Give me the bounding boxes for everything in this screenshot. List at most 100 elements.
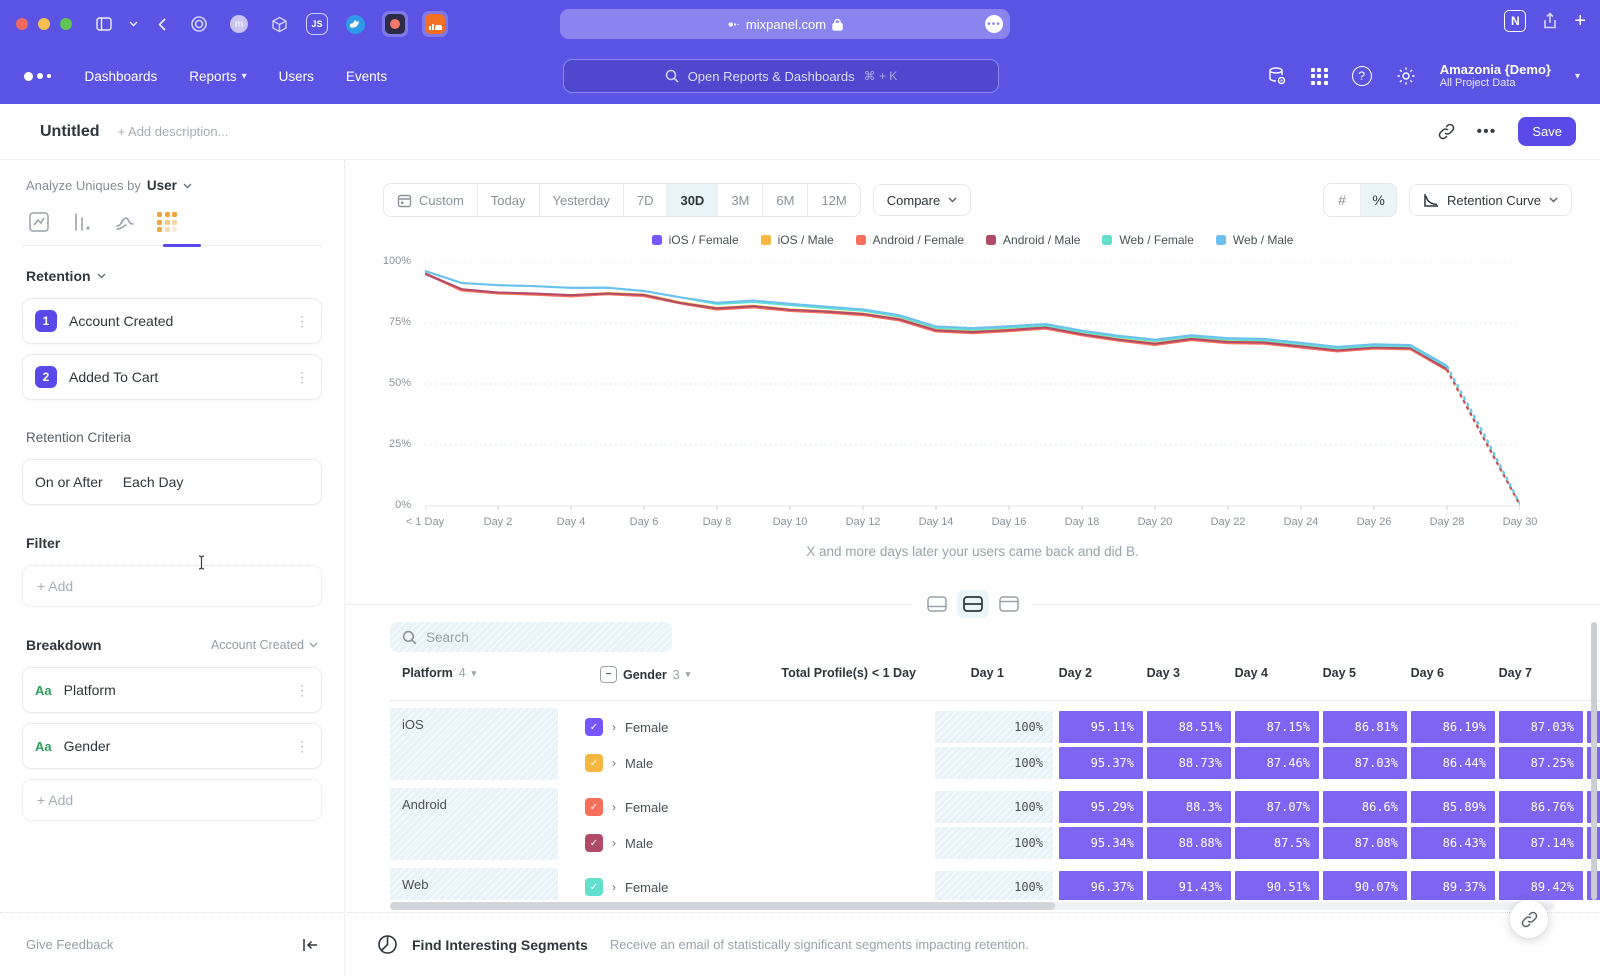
gender-cell[interactable]: ✓›Male [585, 827, 653, 859]
gender-column-header[interactable]: − Gender3▾ [600, 666, 690, 683]
platform-cell[interactable]: Android [390, 788, 558, 860]
gender-cell[interactable]: ✓›Male [585, 747, 653, 779]
series-line-Web / Female[interactable] [425, 271, 1447, 367]
share-link-floating-button[interactable] [1510, 900, 1548, 938]
retention-value-cell[interactable]: 86.76% [1499, 791, 1583, 823]
format-number-button[interactable]: # [1324, 184, 1360, 216]
apps-grid-icon[interactable] [1311, 68, 1328, 85]
retention-value-cell[interactable]: 88.88% [1147, 827, 1231, 859]
step-event-label[interactable]: Account Created [69, 313, 173, 329]
retention-value-cell[interactable]: 95.34% [1059, 827, 1143, 859]
tab-flows[interactable] [114, 211, 136, 233]
expand-chevron-icon[interactable]: › [612, 800, 616, 814]
layout-table-focus-button[interactable] [993, 590, 1025, 618]
tab-icon-mixpanel-active[interactable] [382, 11, 408, 37]
minimize-window-button[interactable] [38, 18, 50, 30]
mixpanel-logo[interactable] [24, 72, 51, 81]
retention-value-cell[interactable]: 86.19% [1411, 711, 1495, 743]
retention-value-cell[interactable]: 95.11% [1059, 711, 1143, 743]
sidebar-toggle-icon[interactable] [92, 12, 116, 36]
retention-line-chart[interactable] [425, 262, 1520, 514]
criteria-mode[interactable]: On or After [35, 474, 103, 490]
retention-value-cell[interactable]: 88.3% [1147, 791, 1231, 823]
retention-value-cell[interactable]: 85.89% [1411, 791, 1495, 823]
range-button-7d[interactable]: 7D [623, 184, 667, 216]
retention-step-1[interactable]: 1 Account Created ⋮ [22, 298, 322, 344]
site-options-icon[interactable]: ••• [985, 15, 1003, 33]
retention-value-cell[interactable]: 87.14% [1499, 827, 1583, 859]
retention-section-heading[interactable]: Retention [22, 264, 322, 288]
platform-cell[interactable]: iOS [390, 708, 558, 780]
day-column-header[interactable]: Day 2 [1017, 666, 1101, 680]
day-column-header[interactable]: < 1 Day [841, 666, 925, 680]
report-title[interactable]: Untitled [40, 123, 100, 141]
back-icon[interactable] [150, 12, 174, 36]
address-bar[interactable]: mixpanel.com ••• [560, 9, 1010, 39]
help-icon[interactable]: ? [1352, 66, 1372, 86]
kebab-menu-icon[interactable]: ⋮ [295, 369, 309, 386]
tab-retention-active[interactable] [157, 211, 177, 233]
gender-cell[interactable]: ✓›Female [585, 791, 668, 823]
tab-icon-js[interactable]: JS [306, 13, 328, 35]
new-tab-icon[interactable]: + [1574, 11, 1586, 31]
breakdown-label[interactable]: Gender [64, 738, 111, 754]
close-window-button[interactable] [16, 18, 28, 30]
project-switcher[interactable]: Amazonia {Demo} All Project Data [1440, 62, 1551, 91]
expand-chevron-icon[interactable]: › [612, 836, 616, 850]
retention-value-cell[interactable]: 90.07% [1323, 871, 1407, 900]
layout-split-button[interactable] [957, 590, 989, 618]
legend-item[interactable]: Web / Female [1102, 233, 1193, 247]
give-feedback-link[interactable]: Give Feedback [26, 937, 113, 952]
nav-item-users[interactable]: Users [279, 69, 314, 84]
nav-item-dashboards[interactable]: Dashboards [85, 69, 158, 84]
range-button-custom[interactable]: Custom [384, 184, 477, 216]
kebab-menu-icon[interactable]: ⋮ [295, 682, 309, 699]
expand-chevron-icon[interactable]: › [612, 756, 616, 770]
gender-cell[interactable]: ✓›Female [585, 711, 668, 743]
save-button[interactable]: Save [1518, 117, 1576, 146]
tab-icon-bird[interactable] [342, 11, 368, 37]
tab-icon-soundcloud[interactable] [422, 11, 448, 37]
retention-value-cell[interactable]: 95.29% [1059, 791, 1143, 823]
breakdown-label[interactable]: Platform [64, 682, 116, 698]
retention-value-cell[interactable]: 88.73% [1147, 747, 1231, 779]
find-segments-title[interactable]: Find Interesting Segments [412, 937, 588, 953]
breakdown-add-button[interactable]: + Add [22, 779, 322, 821]
legend-item[interactable]: iOS / Female [652, 233, 739, 247]
series-checkbox[interactable]: ✓ [585, 754, 603, 772]
legend-item[interactable]: Android / Female [856, 233, 964, 247]
table-search-input[interactable]: Search [390, 622, 672, 652]
range-button-today[interactable]: Today [477, 184, 539, 216]
range-button-30d[interactable]: 30D [666, 184, 717, 216]
gender-cell[interactable]: ✓›Female [585, 871, 668, 900]
legend-item[interactable]: Web / Male [1216, 233, 1293, 247]
day-column-header[interactable]: Day 3 [1105, 666, 1189, 680]
series-line-Web / Male[interactable] [425, 271, 1447, 366]
vertical-scrollbar-thumb[interactable] [1591, 622, 1597, 900]
retention-value-cell[interactable]: 87.03% [1499, 711, 1583, 743]
maximize-window-button[interactable] [60, 18, 72, 30]
global-search-input[interactable]: Open Reports & Dashboards ⌘ + K [563, 59, 999, 93]
analyze-value[interactable]: User [147, 178, 177, 193]
tab-funnels[interactable] [71, 211, 93, 233]
report-description-placeholder[interactable]: + Add description... [118, 124, 229, 139]
kebab-menu-icon[interactable]: ⋮ [295, 738, 309, 755]
chart-type-selector[interactable]: Retention Curve [1409, 184, 1572, 216]
day-column-header[interactable]: Day 6 [1369, 666, 1453, 680]
settings-gear-icon[interactable] [1396, 66, 1416, 86]
notion-extension-icon[interactable]: N [1504, 10, 1526, 32]
breakdown-item-platform[interactable]: Aa Platform ⋮ [22, 667, 322, 713]
retention-value-cell[interactable]: 87.25% [1499, 747, 1583, 779]
retention-value-cell[interactable]: 87.15% [1235, 711, 1319, 743]
breakdown-item-gender[interactable]: Aa Gender ⋮ [22, 723, 322, 769]
retention-value-cell[interactable]: 90.51% [1235, 871, 1319, 900]
retention-value-cell[interactable]: 86.44% [1411, 747, 1495, 779]
retention-step-2[interactable]: 2 Added To Cart ⋮ [22, 354, 322, 400]
expand-chevron-icon[interactable]: › [612, 720, 616, 734]
step-event-label[interactable]: Added To Cart [69, 369, 158, 385]
retention-value-cell[interactable]: 87.08% [1323, 827, 1407, 859]
nav-item-events[interactable]: Events [346, 69, 387, 84]
legend-item[interactable]: Android / Male [986, 233, 1080, 247]
series-checkbox[interactable]: ✓ [585, 798, 603, 816]
analyze-uniques-row[interactable]: Analyze Uniques by User [22, 174, 322, 207]
